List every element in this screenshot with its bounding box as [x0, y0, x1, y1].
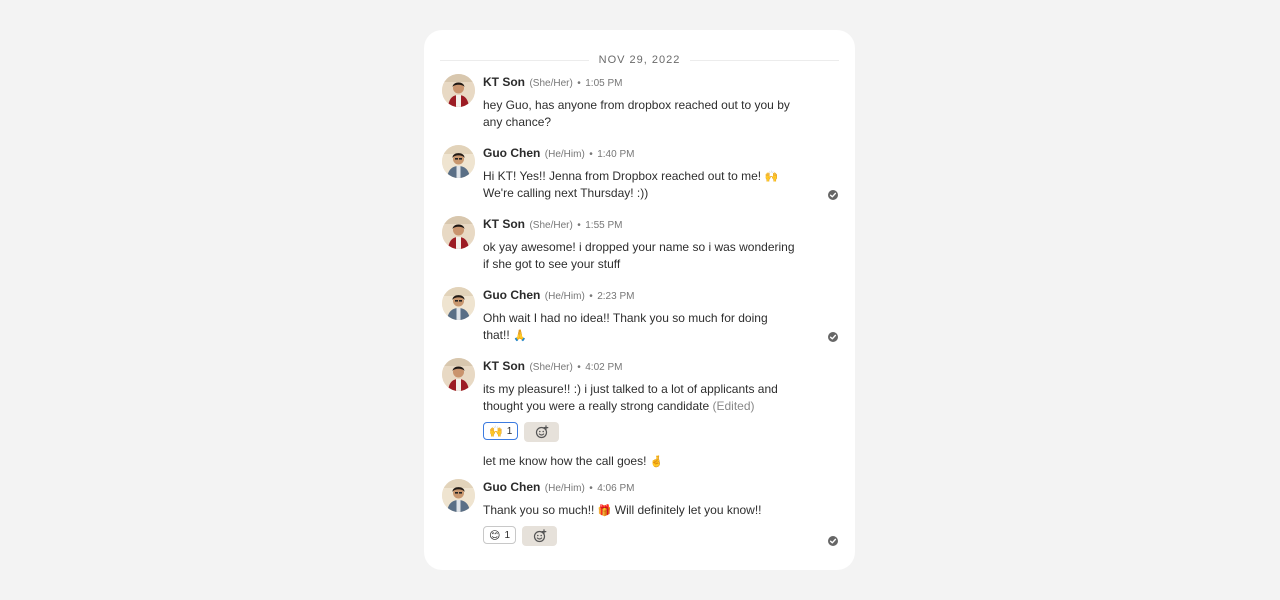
- avatar-kt-son[interactable]: [442, 74, 475, 107]
- message-line: ok yay awesome! i dropped your name so i…: [483, 240, 795, 254]
- smiley-plus-icon: [535, 425, 549, 439]
- message-time: 4:06 PM: [597, 483, 635, 494]
- reaction-smiling-face[interactable]: 😊 1: [483, 526, 517, 544]
- message-line: Thank you so much!! 🎁 Will definitely le…: [483, 502, 803, 519]
- author-pronouns: (She/Her): [529, 78, 573, 89]
- message-line-text: thought you were a really strong candida…: [483, 399, 710, 413]
- message-line-text: Thank you so much!!: [483, 503, 595, 517]
- avatar-guo-chen[interactable]: [442, 145, 475, 178]
- message-text: Hi KT! Yes!! Jenna from Dropbox reached …: [483, 168, 803, 202]
- reaction-count: 1: [504, 529, 511, 541]
- message-time: 1:05 PM: [585, 78, 623, 89]
- message-text: hey Guo, has anyone from dropbox reached…: [483, 97, 803, 131]
- author-pronouns: (He/Him): [544, 291, 585, 302]
- chat-card: NOV 29, 2022 KT Son (She/Her) • 1:05 PM …: [424, 30, 855, 570]
- message-line-text: Hi KT! Yes!! Jenna from Dropbox reached …: [483, 169, 762, 183]
- meta-separator: •: [589, 483, 593, 494]
- author-name[interactable]: KT Son: [483, 217, 525, 231]
- message-meta: KT Son (She/Her) • 1:55 PM: [483, 216, 803, 234]
- message-meta: Guo Chen (He/Him) • 1:40 PM: [483, 145, 803, 163]
- message-line-text: Will definitely let you know!!: [614, 503, 762, 517]
- message-line: that!! 🙏: [483, 327, 803, 344]
- message-meta: KT Son (She/Her) • 4:02 PM: [483, 358, 803, 376]
- avatar-kt-son[interactable]: [442, 358, 475, 391]
- author-name[interactable]: Guo Chen: [483, 288, 540, 302]
- message-text: Thank you so much!! 🎁 Will definitely le…: [483, 502, 803, 519]
- crossed-fingers-emoji: 🤞: [649, 455, 664, 468]
- check-circle-icon: [828, 332, 838, 342]
- message-line-text: that!!: [483, 328, 510, 342]
- reactions-row: 😊 1: [483, 526, 803, 546]
- add-reaction-button[interactable]: [522, 526, 558, 546]
- message-text: Ohh wait I had no idea!! Thank you so mu…: [483, 310, 803, 344]
- message-time: 2:23 PM: [597, 291, 635, 302]
- author-name[interactable]: KT Son: [483, 75, 525, 89]
- message-line: Ohh wait I had no idea!! Thank you so mu…: [483, 311, 768, 325]
- message-line: Hi KT! Yes!! Jenna from Dropbox reached …: [483, 168, 803, 185]
- message-body: KT Son (She/Her) • 1:05 PM hey Guo, has …: [483, 74, 803, 131]
- message-body: Guo Chen (He/Him) • 1:40 PM Hi KT! Yes!!…: [483, 145, 803, 202]
- smiling-face-emoji: 😊: [489, 528, 501, 542]
- message-meta: Guo Chen (He/Him) • 4:06 PM: [483, 479, 803, 497]
- author-name[interactable]: Guo Chen: [483, 480, 540, 494]
- message-body: KT Son (She/Her) • 4:02 PM its my pleasu…: [483, 358, 803, 470]
- message-line: hey Guo, has anyone from dropbox reached…: [483, 98, 790, 112]
- message-text: its my pleasure!! :) i just talked to a …: [483, 381, 803, 415]
- message-line: its my pleasure!! :) i just talked to a …: [483, 382, 778, 396]
- author-pronouns: (He/Him): [544, 149, 585, 160]
- message-line: any chance?: [483, 115, 552, 129]
- author-pronouns: (He/Him): [544, 483, 585, 494]
- author-pronouns: (She/Her): [529, 220, 573, 231]
- raised-hands-emoji: 🙌: [764, 170, 779, 183]
- message-line: if she got to see your stuff: [483, 257, 621, 271]
- message-meta: Guo Chen (He/Him) • 2:23 PM: [483, 287, 803, 305]
- message-text: ok yay awesome! i dropped your name so i…: [483, 239, 803, 273]
- author-pronouns: (She/Her): [529, 362, 573, 373]
- message-time: 1:40 PM: [597, 149, 635, 160]
- followup-text: let me know how the call goes!: [483, 454, 647, 468]
- message-time: 1:55 PM: [585, 220, 623, 231]
- edited-label: (Edited): [712, 399, 755, 413]
- smiley-plus-icon: [533, 529, 546, 543]
- raised-hands-emoji: 🙌: [489, 424, 503, 438]
- message-line: We're calling next Thursday! :)): [483, 186, 649, 200]
- message-body: Guo Chen (He/Him) • 4:06 PM Thank you so…: [483, 479, 803, 546]
- author-name[interactable]: Guo Chen: [483, 146, 540, 160]
- message-meta: KT Son (She/Her) • 1:05 PM: [483, 74, 803, 92]
- meta-separator: •: [589, 149, 593, 160]
- date-divider: NOV 29, 2022: [440, 53, 839, 67]
- meta-separator: •: [577, 220, 581, 231]
- followup-message: let me know how the call goes! 🤞: [483, 453, 803, 470]
- message-time: 4:02 PM: [585, 362, 623, 373]
- reactions-row: 🙌 1: [483, 422, 803, 442]
- check-circle-icon: [828, 536, 838, 546]
- message-body: KT Son (She/Her) • 1:55 PM ok yay awesom…: [483, 216, 803, 273]
- meta-separator: •: [577, 78, 581, 89]
- avatar-guo-chen[interactable]: [442, 287, 475, 320]
- reaction-raised-hands[interactable]: 🙌 1: [483, 422, 519, 440]
- meta-separator: •: [577, 362, 581, 373]
- avatar-kt-son[interactable]: [442, 216, 475, 249]
- gift-emoji: 🎁: [597, 504, 612, 517]
- date-divider-label: NOV 29, 2022: [598, 54, 681, 66]
- person-bowing-emoji: 🙏: [513, 329, 527, 342]
- check-circle-icon: [828, 190, 838, 200]
- message-line: thought you were a really strong candida…: [483, 398, 803, 415]
- message-body: Guo Chen (He/Him) • 2:23 PM Ohh wait I h…: [483, 287, 803, 344]
- add-reaction-button[interactable]: [524, 422, 560, 442]
- avatar-guo-chen[interactable]: [442, 479, 475, 512]
- meta-separator: •: [589, 291, 593, 302]
- reaction-count: 1: [506, 425, 513, 437]
- author-name[interactable]: KT Son: [483, 359, 525, 373]
